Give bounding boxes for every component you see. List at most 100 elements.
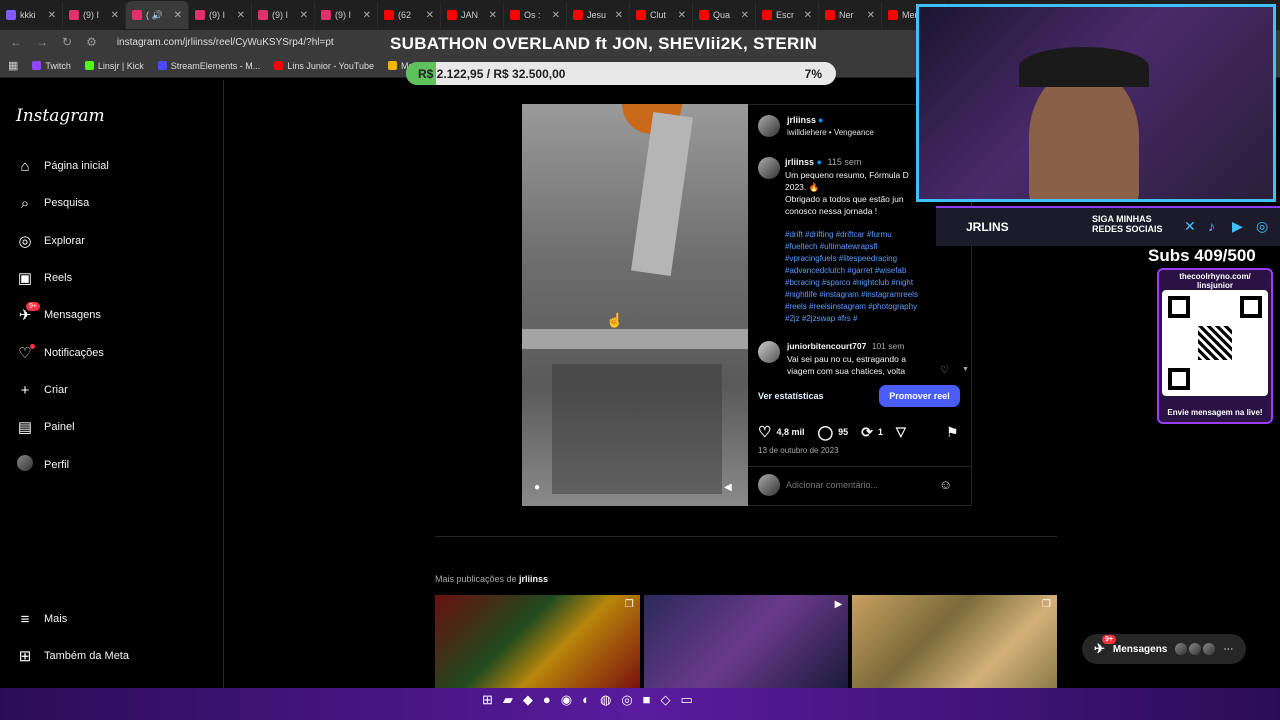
sidebar-item-8[interactable]: Perfil [16,454,69,476]
hashtags-line[interactable]: #drift #drifting #driftcar #furmu [785,229,950,241]
browser-tab[interactable]: ( 🔊 ✕ [126,1,189,29]
sidebar-item-0[interactable]: ⌂ Página inicial [16,155,108,177]
browser-tab[interactable]: (9) I ✕ [189,2,252,28]
chrome-icon[interactable]: ◉ [561,692,572,708]
messages-pill[interactable]: ✈ 9+ Mensagens ⋯ [1082,634,1246,664]
reel-video[interactable]: ● ◀ ☝ [522,104,748,506]
browser-tab[interactable]: (9) I ✕ [63,2,126,28]
author-avatar[interactable] [758,115,780,137]
close-icon[interactable]: ✕ [426,10,434,21]
hashtags-line[interactable]: #advancedclutch #garret #wisefab [785,265,950,277]
browser-tab[interactable]: kkki ✕ [0,2,63,28]
promote-reel-button[interactable]: Promover reel [879,385,960,407]
my-avatar [758,474,780,496]
terminal-icon[interactable]: ▭ [681,692,693,708]
close-icon[interactable]: ✕ [804,10,812,21]
obs-icon[interactable]: ◎ [621,692,632,708]
close-icon[interactable]: ✕ [867,10,875,21]
instagram-logo[interactable]: Instagram [16,106,105,126]
close-icon[interactable]: ✕ [489,10,497,21]
browser-tab[interactable]: (9) I ✕ [252,2,315,28]
mute-icon[interactable]: ◀ [724,482,732,493]
post-thumbnail[interactable]: ❐ [852,595,1058,688]
hashtags-line[interactable]: #fueltech #ultimatewrapsfl [785,241,950,253]
post-thumbnail[interactable]: ❐ [435,595,640,688]
more-posts-user[interactable]: jrliinss [519,574,548,584]
browser-tab[interactable]: Clut ✕ [630,2,693,28]
browser-tab[interactable]: Qua ✕ [693,2,756,28]
close-icon[interactable]: ✕ [300,10,308,21]
hashtags-line[interactable]: #2jz #2jzswap #frs # [785,313,950,325]
sidebar-item-7[interactable]: ▤ Painel [16,416,75,438]
close-icon[interactable]: ✕ [678,10,686,21]
close-icon[interactable]: ✕ [111,10,119,21]
forward-icon[interactable]: → [36,35,48,49]
reposts-count: 1 [877,427,883,437]
share-icon[interactable]: ▽ [896,424,906,440]
bookmark-item[interactable]: Twitch [32,61,71,71]
spotify-icon[interactable]: ◍ [600,692,611,708]
apps-grid-icon[interactable]: ▦ [8,59,18,72]
comment-avatar[interactable] [758,341,780,363]
reload-icon[interactable]: ↻ [62,35,72,49]
repost-icon[interactable]: ⟳ [861,424,873,441]
post-thumbnail[interactable]: ▶ [643,595,849,688]
site-info-icon[interactable]: ⚙ [86,35,97,49]
close-icon[interactable]: ✕ [48,10,56,21]
sidebar-item-6[interactable]: + Criar [16,379,68,401]
hashtags-line[interactable]: #nightlife #instagram #instagramreels [785,289,950,301]
sidebar-item-4[interactable]: ✈ 9+ Mensagens [16,302,101,326]
close-icon[interactable]: ✕ [237,10,245,21]
tab-favicon-icon [888,10,898,20]
sidebar-item-more[interactable]: ≡ Mais [16,608,68,630]
sidebar-item-5[interactable]: ♡ Notificações [16,342,104,364]
sidebar-item-2[interactable]: ◎ Explorar [16,230,85,252]
likes-count[interactable]: 4,8 mil [776,427,804,437]
browser-tab[interactable]: Escr ✕ [756,2,819,28]
save-icon[interactable]: ⚑ [946,424,959,441]
sidebar-item-1[interactable]: ⌕ Pesquisa [16,192,89,214]
like-icon[interactable]: ♡ [758,423,771,441]
app-icon[interactable]: ◆ [523,692,533,708]
comment-icon[interactable]: ◯ [817,424,833,441]
audio-attribution[interactable]: iwilldiehere • Vengeance [787,128,874,137]
sidebar-item-meta[interactable]: ⊞ Também da Meta [16,645,129,667]
author-username[interactable]: jrliinss [787,115,816,125]
browser-tab[interactable]: Ner ✕ [819,2,882,28]
comment-username[interactable]: juniorbitencourt707 [787,341,866,351]
browser-tab[interactable]: Jesu ✕ [567,2,630,28]
close-icon[interactable]: ✕ [741,10,749,21]
close-icon[interactable]: ✕ [174,10,182,21]
browser-tab[interactable]: (62 ✕ [378,2,441,28]
caption-username[interactable]: jrliinss [785,157,814,167]
close-icon[interactable]: ✕ [615,10,623,21]
folder-icon[interactable]: ▰ [503,692,513,708]
tagged-users-icon[interactable]: ● [534,482,540,493]
bookmark-item[interactable]: Lins Junior - YouTube [274,61,374,71]
sidebar-item-3[interactable]: ▣ Reels [16,267,72,289]
emoji-icon[interactable]: ☺ [939,477,952,492]
caption-avatar[interactable] [758,157,780,179]
hashtags-line[interactable]: #bcracing #sparco #nightclub #night [785,277,950,289]
comment-like-icon[interactable]: ♡ [940,365,949,376]
close-icon[interactable]: ✕ [363,10,371,21]
tab-label: kkki [20,10,36,20]
hashtags-line[interactable]: #reels #reelsinstagram #photography [785,301,950,313]
browser-tab[interactable]: JAN ✕ [441,2,504,28]
back-icon[interactable]: ← [10,35,22,49]
address-bar[interactable]: instagram.com/jrliinss/reel/CyWuKSYSrp4/… [117,37,334,48]
steam-icon[interactable]: ● [543,692,551,708]
app-icon[interactable]: ◇ [661,692,671,708]
discord-icon[interactable]: ◐ [582,692,590,708]
browser-tab[interactable]: Os : ✕ [504,2,567,28]
browser-tab[interactable]: (9) I ✕ [315,2,378,28]
close-icon[interactable]: ✕ [552,10,560,21]
add-comment-input[interactable] [786,478,926,492]
view-stats-link[interactable]: Ver estatísticas [758,391,824,401]
app-icon[interactable]: ■ [643,692,651,708]
bookmark-item[interactable]: Linsjr | Kick [84,61,144,71]
scroll-down-icon[interactable]: ▼ [962,366,969,373]
bookmark-item[interactable]: StreamElements - M... [157,61,260,71]
start-icon[interactable]: ⊞ [482,692,493,708]
hashtags-line[interactable]: #vpracingfuels #litespeedracing [785,253,950,265]
